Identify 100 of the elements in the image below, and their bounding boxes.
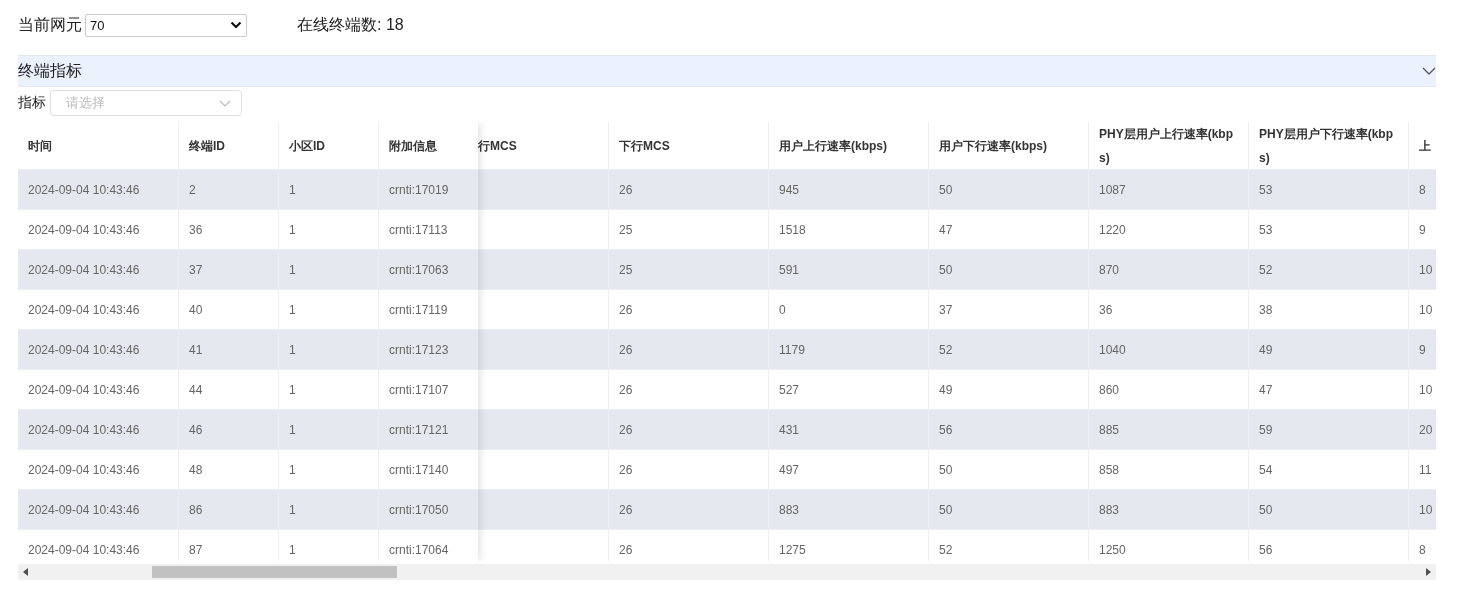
table-cell: 59 bbox=[1259, 422, 1273, 437]
table-cell: crnti:17121 bbox=[389, 422, 449, 437]
table-cell: 1250 bbox=[1099, 542, 1126, 557]
network-element-label: 当前网元 bbox=[18, 14, 82, 35]
table-cell: 9 bbox=[1419, 342, 1426, 357]
table-cell: 2024-09-04 10:43:46 bbox=[28, 502, 140, 517]
table-cell: crnti:17113 bbox=[389, 222, 448, 237]
table-cell: 2024-09-04 10:43:46 bbox=[28, 302, 140, 317]
table-cell: 1275 bbox=[779, 542, 806, 557]
table-cell: 25 bbox=[619, 262, 633, 277]
table-cell: 1220 bbox=[1099, 222, 1126, 237]
table-cell: crnti:17050 bbox=[389, 502, 449, 517]
table-cell: 46 bbox=[189, 422, 203, 437]
table-cell: 50 bbox=[939, 502, 953, 517]
table-cell: 1 bbox=[289, 542, 296, 557]
table-cell: 883 bbox=[1099, 502, 1120, 517]
table-cell: 11 bbox=[1419, 462, 1432, 477]
table-cell: 44 bbox=[189, 382, 203, 397]
table-cell: 2024-09-04 10:43:46 bbox=[28, 342, 140, 357]
table-cell: 52 bbox=[1259, 262, 1273, 277]
table-cell: 50 bbox=[939, 262, 953, 277]
table-cell: 2 bbox=[189, 182, 196, 197]
online-terminal-count: 在线终端数: 18 bbox=[297, 14, 404, 35]
column-header: 上 bbox=[1419, 137, 1431, 155]
caret-icon bbox=[230, 21, 242, 29]
table-cell: 26 bbox=[619, 422, 633, 437]
table-cell: crnti:17119 bbox=[389, 302, 448, 317]
table-cell: crnti:17123 bbox=[389, 342, 449, 357]
table-cell: 10 bbox=[1419, 502, 1433, 517]
table-cell: 26 bbox=[619, 382, 633, 397]
table-cell: 2024-09-04 10:43:46 bbox=[28, 382, 140, 397]
table-cell: 1 bbox=[289, 342, 296, 357]
table-cell: 53 bbox=[1259, 222, 1273, 237]
table-cell: 1040 bbox=[1099, 342, 1126, 357]
table-cell: 9 bbox=[1419, 222, 1426, 237]
table-cell: 47 bbox=[939, 222, 953, 237]
table-cell: 50 bbox=[939, 182, 953, 197]
table-cell: 52 bbox=[939, 342, 953, 357]
table-cell: 858 bbox=[1099, 462, 1120, 477]
table-cell: 0 bbox=[779, 302, 786, 317]
table-cell: 36 bbox=[189, 222, 203, 237]
chevron-icon bbox=[1422, 67, 1436, 75]
column-header: 终端ID bbox=[189, 137, 225, 155]
table-cell: 10 bbox=[1419, 262, 1433, 277]
table-cell: crnti:17140 bbox=[389, 462, 449, 477]
table-cell: 26 bbox=[619, 342, 633, 357]
table-cell: 431 bbox=[779, 422, 800, 437]
panel-header[interactable]: 终端指标 bbox=[18, 55, 1436, 87]
table-cell: 38 bbox=[1259, 302, 1273, 317]
table-cell: 26 bbox=[619, 302, 633, 317]
table-cell: 56 bbox=[939, 422, 953, 437]
table-cell: 2024-09-04 10:43:46 bbox=[28, 542, 140, 557]
table-cell: 10 bbox=[1419, 302, 1433, 317]
table-cell: 1 bbox=[289, 262, 296, 277]
indicator-label: 指标 bbox=[18, 94, 46, 112]
column-header: 时间 bbox=[28, 137, 52, 155]
table-cell: 36 bbox=[1099, 302, 1113, 317]
table-cell: 37 bbox=[189, 262, 203, 277]
table-cell: 49 bbox=[1259, 342, 1273, 357]
table-cell: 1 bbox=[289, 382, 296, 397]
table-cell: 8 bbox=[1419, 542, 1426, 557]
table-cell: 1 bbox=[289, 502, 296, 517]
table-cell: 54 bbox=[1259, 462, 1273, 477]
table-cell: 8 bbox=[1419, 182, 1426, 197]
table-cell: 2024-09-04 10:43:46 bbox=[28, 462, 140, 477]
panel-title: 终端指标 bbox=[18, 60, 82, 81]
scroll-left-icon[interactable] bbox=[23, 568, 28, 576]
column-header: PHY层用户上行速率(kbps) bbox=[1099, 125, 1234, 167]
horizontal-scrollbar[interactable] bbox=[18, 564, 1436, 580]
table-cell: 860 bbox=[1099, 382, 1120, 397]
column-header: 行MCS bbox=[478, 137, 517, 155]
table-cell: 2024-09-04 10:43:46 bbox=[28, 262, 140, 277]
table-cell: 2024-09-04 10:43:46 bbox=[28, 182, 140, 197]
table-cell: 2024-09-04 10:43:46 bbox=[28, 422, 140, 437]
table-cell: 49 bbox=[939, 382, 953, 397]
scrollbar-thumb[interactable] bbox=[152, 566, 397, 578]
table-cell: 1 bbox=[289, 462, 296, 477]
table-cell: 40 bbox=[189, 302, 203, 317]
table-cell: 2024-09-04 10:43:46 bbox=[28, 222, 140, 237]
table-cell: 885 bbox=[1099, 422, 1120, 437]
table-cell: 37 bbox=[939, 302, 953, 317]
table-cell: 870 bbox=[1099, 262, 1120, 277]
table-cell: 1518 bbox=[779, 222, 806, 237]
network-element-select[interactable]: 70 bbox=[85, 13, 247, 37]
table-cell: 26 bbox=[619, 462, 633, 477]
table-cell: 497 bbox=[779, 462, 800, 477]
table-cell: 50 bbox=[939, 462, 953, 477]
scroll-right-icon[interactable] bbox=[1426, 568, 1431, 576]
table-cell: 50 bbox=[1259, 502, 1273, 517]
table-cell: 48 bbox=[189, 462, 203, 477]
table-cell: 883 bbox=[779, 502, 800, 517]
column-header: 下行MCS bbox=[619, 137, 670, 155]
chevron-icon bbox=[219, 99, 231, 107]
table-cell: 20 bbox=[1419, 422, 1433, 437]
column-header: 用户下行速率(kbps) bbox=[939, 137, 1047, 155]
column-header: 附加信息 bbox=[389, 137, 437, 155]
table-cell: crnti:17064 bbox=[389, 542, 449, 557]
table-cell: crnti:17063 bbox=[389, 262, 449, 277]
table-cell: 47 bbox=[1259, 382, 1273, 397]
table-cell: 41 bbox=[189, 342, 203, 357]
